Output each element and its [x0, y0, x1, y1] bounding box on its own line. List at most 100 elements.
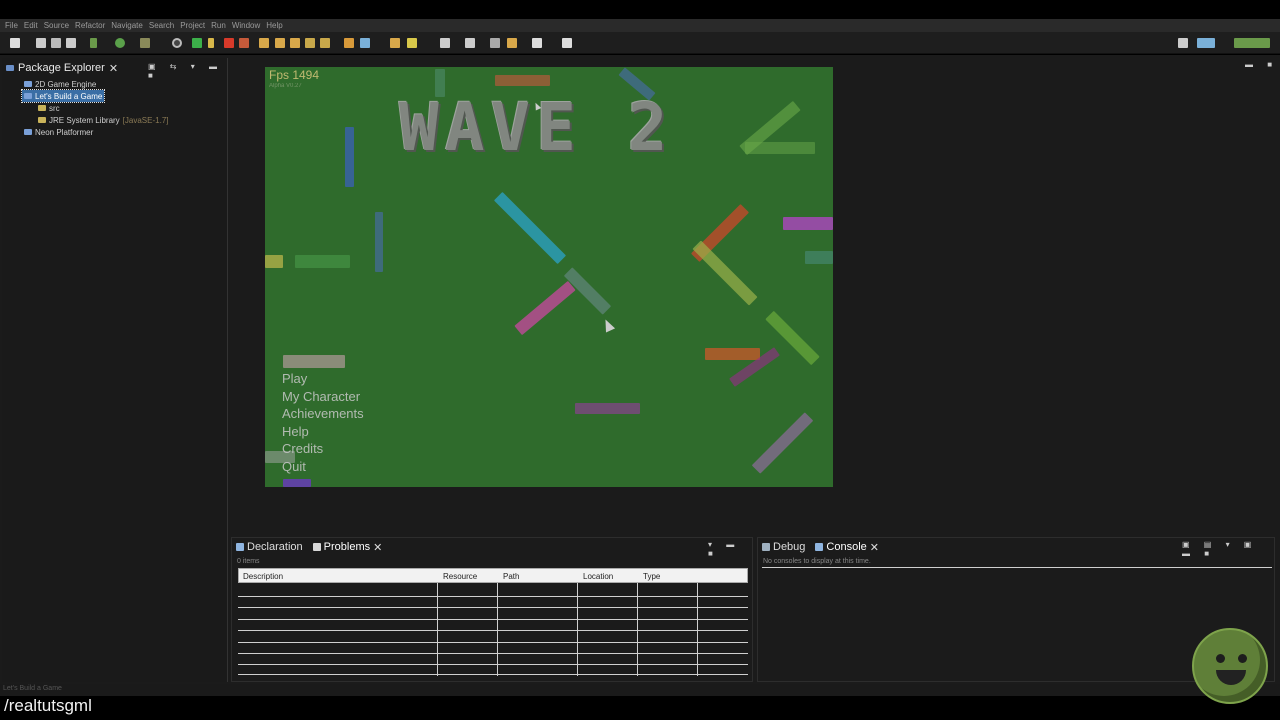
last-edit-icon[interactable] — [490, 38, 500, 48]
build-icon[interactable] — [90, 38, 97, 48]
menu-play[interactable]: Play — [282, 370, 364, 388]
column-type[interactable]: Type — [643, 572, 660, 581]
menu-source[interactable]: Source — [43, 21, 74, 30]
disconnect-icon[interactable] — [239, 38, 249, 48]
column-divider — [577, 583, 578, 676]
particle-bar — [345, 127, 354, 187]
pin-editor-icon[interactable] — [562, 38, 572, 48]
column-divider — [697, 583, 698, 676]
mascot-logo — [1192, 628, 1268, 704]
external-tools-icon[interactable] — [140, 38, 150, 48]
save-icon[interactable] — [36, 38, 46, 48]
tab-console-label: Console — [826, 541, 867, 553]
menu-file[interactable]: File — [4, 21, 23, 30]
drop-frame-icon[interactable] — [305, 38, 315, 48]
column-resource[interactable]: Resource — [443, 572, 477, 581]
forward-icon[interactable] — [532, 38, 542, 48]
menu-run[interactable]: Run — [210, 21, 231, 30]
annotation-icon[interactable] — [407, 38, 417, 48]
menu-search[interactable]: Search — [148, 21, 179, 30]
particle-bar — [745, 142, 815, 154]
tree-item-2d-game-engine[interactable]: 2D Game Engine — [24, 78, 96, 90]
source-folder-icon — [38, 105, 46, 111]
new-class-icon[interactable] — [344, 38, 354, 48]
menu-credits[interactable]: Credits — [282, 440, 364, 458]
particle-bar — [514, 280, 576, 336]
menu-my-character[interactable]: My Character — [282, 388, 364, 406]
particle-bar — [751, 412, 814, 474]
step-into-icon[interactable] — [259, 38, 269, 48]
search-icon[interactable] — [390, 38, 400, 48]
screen: File Edit Source Refactor Navigate Searc… — [0, 0, 1280, 720]
menu-project[interactable]: Project — [179, 21, 210, 30]
wave-title: WAVE 2 — [399, 89, 674, 166]
menu-refactor[interactable]: Refactor — [74, 21, 110, 30]
tree-item-neon-platformer[interactable]: Neon Platformer — [24, 126, 93, 138]
step-return-icon[interactable] — [290, 38, 300, 48]
tab-declaration[interactable]: Declaration — [236, 541, 303, 553]
console-toolbar-icons[interactable]: ▣ ▤ ▾ ▣ ▬ ■ — [1182, 540, 1274, 558]
tree-item-src[interactable]: src — [38, 102, 60, 114]
back-icon[interactable] — [507, 38, 517, 48]
open-perspective-icon[interactable] — [1178, 38, 1188, 48]
tree-item-label: JRE System Library — [49, 115, 120, 125]
table-row — [238, 642, 748, 643]
channel-handle: /realtutsgml — [4, 696, 92, 715]
menu-achievements[interactable]: Achievements — [282, 405, 364, 423]
column-location[interactable]: Location — [583, 572, 613, 581]
menu-bar: File Edit Source Refactor Navigate Searc… — [0, 19, 1280, 32]
step-over-icon[interactable] — [275, 38, 285, 48]
debug-perspective-icon[interactable] — [1234, 38, 1270, 48]
debug-run-icon[interactable] — [115, 38, 125, 48]
editor-window-buttons[interactable]: ▬ ■ — [1245, 60, 1278, 69]
tree-item-lets-build-a-game[interactable]: Let's Build a Game — [20, 89, 106, 103]
tab-console[interactable]: Console ✕ — [815, 541, 879, 554]
menu-quit[interactable]: Quit — [282, 458, 364, 476]
use-step-filters-icon[interactable] — [320, 38, 330, 48]
close-icon[interactable]: ✕ — [373, 541, 382, 554]
close-icon[interactable]: ✕ — [109, 62, 118, 75]
print-icon[interactable] — [66, 38, 76, 48]
menu-help[interactable]: Help — [265, 21, 287, 30]
column-description[interactable]: Description — [243, 572, 283, 581]
close-icon[interactable]: ✕ — [870, 541, 879, 554]
tab-package-explorer[interactable]: Package Explorer ✕ — [6, 60, 118, 76]
tab-problems-label: Problems — [323, 541, 371, 553]
problems-panel-window-buttons[interactable]: ▾ ▬ ■ — [708, 540, 752, 558]
next-annotation-icon[interactable] — [440, 38, 450, 48]
suspend-icon[interactable] — [208, 38, 214, 48]
top-letterbox — [0, 0, 1280, 19]
table-row — [238, 607, 748, 608]
tab-debug[interactable]: Debug — [762, 541, 805, 553]
previous-annotation-icon[interactable] — [465, 38, 475, 48]
project-folder-icon — [24, 93, 32, 99]
mascot-mouth — [1216, 670, 1246, 685]
problems-table: Description Resource Path Location Type — [238, 568, 748, 676]
problems-panel-tabs: Declaration Problems ✕ — [232, 538, 752, 556]
terminate-icon[interactable] — [224, 38, 234, 48]
new-icon[interactable] — [10, 38, 20, 48]
menu-help[interactable]: Help — [282, 423, 364, 441]
open-type-icon[interactable] — [360, 38, 370, 48]
save-all-icon[interactable] — [51, 38, 61, 48]
declaration-icon — [236, 543, 244, 551]
menu-edit[interactable]: Edit — [23, 21, 43, 30]
java-perspective-icon[interactable] — [1197, 38, 1215, 48]
tree-item-label: 2D Game Engine — [35, 79, 97, 89]
view-menu-icons[interactable]: ▣ ⇆ ▾ ▬ ■ — [148, 62, 228, 80]
game-canvas[interactable]: Fps 1494 Alpha V0.27 WAVE 2 Play My Char… — [265, 67, 833, 487]
main-menu: Play My Character Achievements Help Cred… — [282, 370, 364, 475]
tab-problems[interactable]: Problems ✕ — [312, 541, 382, 554]
skip-breakpoints-icon[interactable] — [172, 38, 182, 48]
mascot-eye — [1216, 654, 1225, 663]
items-count: 0 items — [237, 558, 260, 565]
problems-table-header: Description Resource Path Location Type — [238, 568, 748, 583]
tree-item-jre-system-library[interactable]: JRE System Library [JavaSE-1.7] — [38, 114, 169, 126]
mouse-cursor-icon — [600, 317, 616, 333]
resume-icon[interactable] — [192, 38, 202, 48]
particle-bar — [375, 212, 383, 272]
menu-navigate[interactable]: Navigate — [110, 21, 148, 30]
tab-debug-label: Debug — [773, 541, 806, 553]
menu-window[interactable]: Window — [231, 21, 265, 30]
column-path[interactable]: Path — [503, 572, 519, 581]
